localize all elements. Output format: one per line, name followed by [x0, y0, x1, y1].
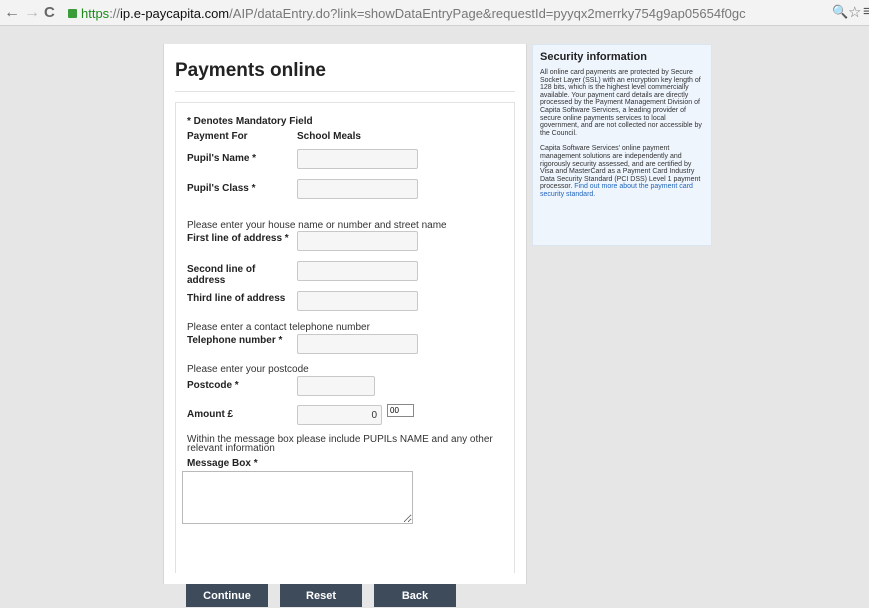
- menu-icon[interactable]: ≡: [863, 3, 869, 20]
- security-paragraph-ssl: All online card payments are protected b…: [540, 69, 702, 137]
- address-line3-label: Third line of address: [187, 293, 286, 304]
- lock-icon: [68, 9, 77, 18]
- postcode-input[interactable]: [297, 376, 375, 396]
- payment-for-label: Payment For: [187, 131, 248, 142]
- url-scheme: https: [81, 6, 110, 21]
- postcode-label: Postcode *: [187, 380, 239, 391]
- phone-input[interactable]: [297, 334, 418, 354]
- zoom-icon[interactable]: 🔍: [832, 4, 848, 20]
- address-instruction: Please enter your house name or number a…: [187, 220, 447, 231]
- message-textarea[interactable]: [182, 471, 413, 524]
- url-host: ip.e-paycapita.com: [120, 6, 230, 21]
- amount-label: Amount £: [187, 409, 234, 420]
- continue-button[interactable]: Continue: [186, 584, 268, 607]
- payment-for-value: School Meals: [297, 131, 361, 142]
- security-info-panel: Security information All online card pay…: [532, 44, 712, 246]
- payment-form: * Denotes Mandatory Field Payment For Sc…: [175, 102, 515, 573]
- browser-toolbar: ← → C https://ip.e-paycapita.com/AIP/dat…: [0, 0, 869, 26]
- back-button[interactable]: Back: [374, 584, 456, 607]
- address-line2-input[interactable]: [297, 261, 418, 281]
- reload-icon[interactable]: C: [44, 3, 55, 23]
- mandatory-note: * Denotes Mandatory Field: [187, 116, 313, 127]
- pupil-name-input[interactable]: [297, 149, 418, 169]
- amount-pounds-input[interactable]: [297, 405, 382, 425]
- address-line1-input[interactable]: [297, 231, 418, 251]
- pupil-name-label: Pupil's Name *: [187, 153, 257, 164]
- security-title: Security information: [540, 51, 647, 63]
- forward-arrow-icon[interactable]: →: [24, 3, 40, 23]
- phone-label: Telephone number *: [187, 335, 283, 346]
- bookmark-star-icon[interactable]: ☆: [848, 3, 861, 21]
- url-separator: ://: [109, 6, 121, 21]
- page-title: Payments online: [175, 60, 326, 81]
- postcode-instruction: Please enter your postcode: [187, 364, 309, 375]
- message-label: Message Box *: [187, 458, 258, 469]
- message-instruction: Within the message box please include PU…: [187, 434, 493, 454]
- address-line2-label: Second line of address: [187, 264, 256, 286]
- amount-pence-input[interactable]: [387, 404, 414, 417]
- address-line3-input[interactable]: [297, 291, 418, 311]
- reset-button[interactable]: Reset: [280, 584, 362, 607]
- back-arrow-icon[interactable]: ←: [4, 3, 20, 23]
- security-paragraph-pci: Capita Software Services' online payment…: [540, 145, 704, 198]
- address-bar[interactable]: https://ip.e-paycapita.com/AIP/dataEntry…: [68, 4, 838, 23]
- pupil-class-label: Pupil's Class *: [187, 183, 256, 194]
- url-path: /AIP/dataEntry.do?link=showDataEntryPage…: [229, 6, 746, 21]
- pupil-class-input[interactable]: [297, 179, 418, 199]
- phone-instruction: Please enter a contact telephone number: [187, 322, 370, 333]
- address-line1-label: First line of address *: [187, 233, 289, 244]
- payments-panel: Payments online * Denotes Mandatory Fiel…: [163, 44, 527, 607]
- title-divider: [175, 91, 515, 92]
